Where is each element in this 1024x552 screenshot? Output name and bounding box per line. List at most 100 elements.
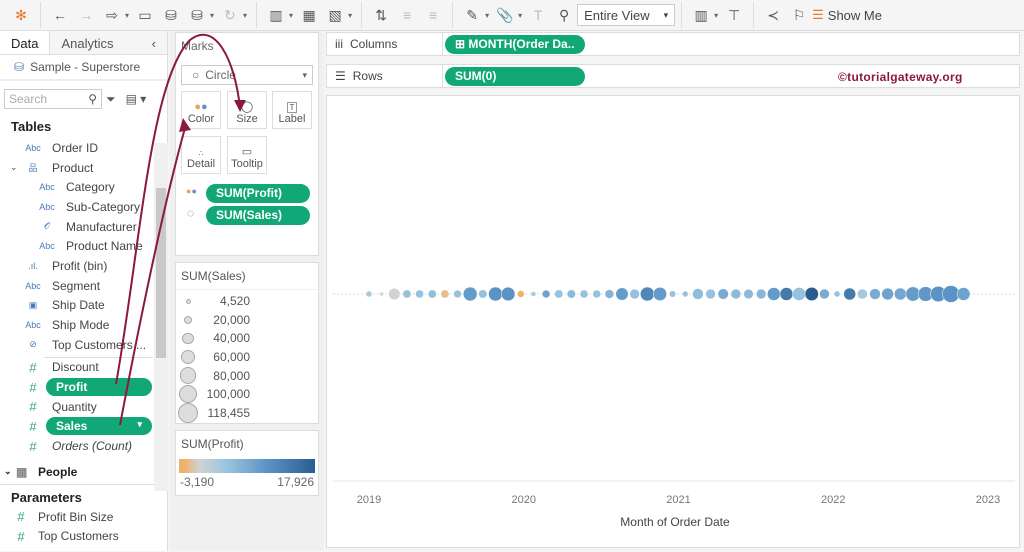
parameter-item[interactable]: # Top Customers: [0, 526, 167, 546]
data-point[interactable]: [604, 289, 615, 299]
data-point[interactable]: [640, 286, 655, 302]
measure-item[interactable]: # Discount: [0, 358, 167, 378]
data-point[interactable]: [566, 289, 576, 299]
data-point[interactable]: [652, 286, 667, 302]
scrollbar-thumb[interactable]: [156, 188, 166, 358]
data-point[interactable]: [956, 287, 971, 301]
swap-icon[interactable]: ⇅: [370, 4, 392, 26]
data-point[interactable]: [819, 288, 830, 300]
field-item[interactable]: Abc Ship Mode: [0, 315, 167, 335]
tab-data[interactable]: Data: [0, 31, 51, 54]
data-point[interactable]: [869, 288, 881, 300]
field-item[interactable]: ▣ Ship Date: [0, 296, 167, 316]
data-point[interactable]: [615, 287, 629, 301]
pause-updates-icon[interactable]: ⛁: [186, 4, 208, 26]
pin-icon[interactable]: ⚲: [553, 4, 575, 26]
people-folder[interactable]: ⌄ ▦ People: [0, 462, 167, 482]
columns-shelf[interactable]: iii Columns ⊞ MONTH(Order Da..: [326, 32, 1020, 56]
show-me-button[interactable]: ☰ Show Me: [812, 7, 882, 23]
data-point[interactable]: [402, 289, 412, 299]
data-point[interactable]: [717, 288, 729, 300]
data-point[interactable]: [857, 288, 868, 300]
datasource[interactable]: ⛁ Sample - Superstore: [0, 55, 167, 81]
clear-sheet-icon[interactable]: ▧: [324, 4, 346, 26]
highlight-icon[interactable]: ✎: [461, 4, 483, 26]
collapse-icon[interactable]: ‹: [152, 36, 156, 51]
measure-item[interactable]: # Quantity: [0, 397, 167, 417]
search-input[interactable]: Search ⚲: [4, 89, 102, 109]
field-item[interactable]: ⌄ 品 Product: [0, 158, 167, 178]
view-toggle-icon[interactable]: ▤ ▾: [126, 92, 147, 106]
measure-pill[interactable]: Sales ▾: [46, 417, 152, 436]
tooltip-button[interactable]: ▭ Tooltip: [227, 136, 267, 174]
data-point[interactable]: [365, 290, 373, 298]
data-point[interactable]: [743, 288, 754, 300]
size-button[interactable]: ◯ Size: [227, 91, 267, 129]
measure-item[interactable]: # Profit: [0, 377, 167, 397]
cards-icon[interactable]: ▥: [690, 4, 712, 26]
field-item[interactable]: .ıl. Profit (bin): [0, 256, 167, 276]
group-icon[interactable]: 📎: [494, 4, 516, 26]
data-point[interactable]: [554, 289, 564, 299]
sort-asc-icon[interactable]: ≡: [396, 4, 418, 26]
data-point[interactable]: [767, 287, 781, 301]
rows-pill[interactable]: SUM(0): [445, 66, 585, 86]
tab-analytics[interactable]: Analytics ‹: [50, 31, 167, 54]
data-point[interactable]: [530, 291, 537, 297]
new-datasource-icon[interactable]: ⛁: [160, 4, 182, 26]
data-point[interactable]: [488, 286, 503, 302]
columns-pill[interactable]: ⊞ MONTH(Order Da..: [445, 34, 585, 54]
detail-button[interactable]: ∴ Detail: [181, 136, 221, 174]
data-point[interactable]: [730, 288, 742, 300]
data-point[interactable]: [705, 288, 716, 300]
data-point[interactable]: [804, 286, 819, 302]
data-point[interactable]: [462, 286, 478, 302]
data-point[interactable]: [541, 289, 551, 299]
data-point[interactable]: [440, 289, 450, 299]
measure-pill[interactable]: Profit: [46, 378, 152, 397]
fit-select[interactable]: Entire View ▾: [577, 4, 676, 26]
filter-icon[interactable]: ⏷: [106, 92, 116, 107]
data-point[interactable]: [427, 289, 437, 299]
new-worksheet-icon[interactable]: ▥: [265, 4, 287, 26]
scrollbar[interactable]: [154, 143, 168, 491]
data-point[interactable]: [779, 287, 794, 301]
sales-size-pill[interactable]: SUM(Sales): [206, 206, 310, 225]
share-icon[interactable]: ≺: [762, 4, 784, 26]
data-point[interactable]: [388, 287, 401, 301]
duplicate-sheet-icon[interactable]: ▦: [298, 4, 320, 26]
refresh-icon[interactable]: ↻: [219, 4, 241, 26]
field-item[interactable]: Abc Sub-Category: [0, 197, 167, 217]
measure-item[interactable]: # Sales ▾: [0, 417, 167, 437]
data-point[interactable]: [692, 288, 704, 300]
field-item[interactable]: Abc Segment: [0, 276, 167, 296]
redo-icon[interactable]: →: [75, 4, 97, 26]
field-item[interactable]: ⊘ Top Customers ...: [0, 335, 167, 355]
save-icon[interactable]: ▭: [134, 4, 156, 26]
data-point[interactable]: [453, 289, 462, 299]
data-point[interactable]: [792, 287, 806, 301]
replay-icon[interactable]: ⇨: [101, 4, 123, 26]
data-point[interactable]: [881, 287, 894, 301]
data-point[interactable]: [478, 289, 488, 299]
data-point[interactable]: [894, 287, 907, 301]
tableau-logo-icon[interactable]: ✻: [10, 4, 32, 26]
data-point[interactable]: [592, 289, 601, 299]
parameter-item[interactable]: # Profit Bin Size: [0, 507, 167, 527]
data-point[interactable]: [843, 287, 856, 301]
data-point[interactable]: [579, 289, 589, 299]
sort-desc-icon[interactable]: ≡: [422, 4, 444, 26]
data-point[interactable]: [501, 286, 516, 302]
field-item[interactable]: Abc Product Name: [0, 236, 167, 256]
field-item[interactable]: Abc Category: [0, 177, 167, 197]
data-point[interactable]: [415, 289, 424, 299]
field-item[interactable]: 𝒪 Manufacturer: [0, 217, 167, 237]
data-point[interactable]: [669, 290, 677, 298]
presentation-icon[interactable]: ⊤: [723, 4, 745, 26]
mark-type-select[interactable]: ○ Circle ▾: [181, 65, 313, 85]
data-point[interactable]: [379, 291, 384, 297]
measure-item[interactable]: # Orders (Count): [0, 436, 167, 456]
label-button[interactable]: T Label: [272, 91, 312, 129]
data-point[interactable]: [629, 288, 640, 300]
color-button[interactable]: ●● Color: [181, 91, 221, 129]
